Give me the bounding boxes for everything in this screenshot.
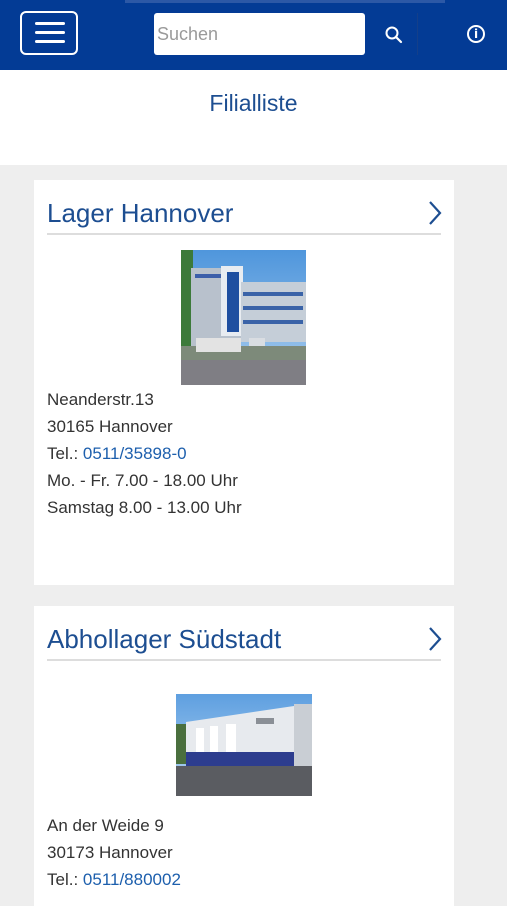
search-icon xyxy=(385,26,403,44)
divider xyxy=(47,659,441,661)
top-navigation-bar: i xyxy=(0,0,507,70)
hamburger-menu-button[interactable] xyxy=(20,11,78,55)
phone-link[interactable]: 0511/35898-0 xyxy=(83,444,187,463)
branch-photo xyxy=(181,250,306,385)
search-button[interactable] xyxy=(367,13,418,55)
branch-street: An der Weide 9 xyxy=(47,816,164,835)
chevron-right-icon[interactable] xyxy=(428,626,442,652)
menu-icon-bar-2 xyxy=(35,31,65,34)
branch-phone-line: Tel.: 0511/35898-0 xyxy=(47,444,187,464)
info-button[interactable]: i xyxy=(446,13,507,55)
branch-hours-weekday: Mo. - Fr. 7.00 - 18.00 Uhr xyxy=(47,471,238,490)
page-title-band: Filialliste xyxy=(0,70,507,165)
branch-photo xyxy=(176,694,312,796)
branch-card-lager-hannover[interactable]: Lager Hannover Neanderstr.13 30165 Hanno… xyxy=(34,180,454,585)
branch-city: 30173 Hannover xyxy=(47,843,173,862)
info-icon: i xyxy=(467,25,485,43)
branch-street: Neanderstr.13 xyxy=(47,390,154,409)
branch-name[interactable]: Lager Hannover xyxy=(47,198,233,229)
topbar-accent-strip xyxy=(125,0,445,3)
branch-phone-line: Tel.: 0511/880002 xyxy=(47,870,181,890)
chevron-right-icon[interactable] xyxy=(428,200,442,226)
phone-link[interactable]: 0511/880002 xyxy=(83,870,181,889)
search-input[interactable] xyxy=(154,13,365,55)
phone-label: Tel.: xyxy=(47,870,83,889)
phone-label: Tel.: xyxy=(47,444,83,463)
page-title: Filialliste xyxy=(209,90,298,116)
branch-name[interactable]: Abhollager Südstadt xyxy=(47,624,281,655)
menu-icon-bar-3 xyxy=(35,40,65,43)
branch-hours-saturday: Samstag 8.00 - 13.00 Uhr xyxy=(47,498,242,517)
divider xyxy=(47,233,441,235)
menu-icon-bar-1 xyxy=(35,22,65,25)
branch-city: 30165 Hannover xyxy=(47,417,173,436)
branch-card-abhollager-suedstadt[interactable]: Abhollager Südstadt An der Weide 9 30173… xyxy=(34,606,454,906)
